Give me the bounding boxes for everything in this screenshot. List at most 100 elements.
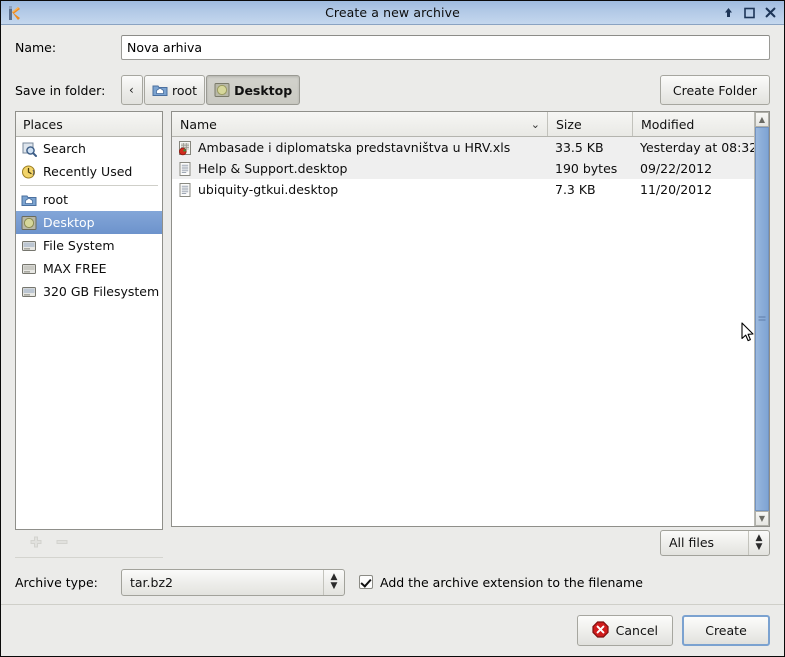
file-list-rows: Ambasade i diplomatska predstavništva u … <box>172 137 754 526</box>
filter-row: All files ▲ ▼ <box>171 527 770 558</box>
places-separator <box>20 185 158 186</box>
path-button-desktop-label: Desktop <box>234 82 293 98</box>
place-item-320-gb-filesystem[interactable]: 320 GB Filesystem <box>16 280 162 303</box>
window-title: Create a new archive <box>325 5 460 20</box>
place-item-search-label: Search <box>43 141 86 156</box>
path-button-desktop[interactable]: Desktop <box>206 75 301 105</box>
column-header-name-label: Name <box>180 116 217 132</box>
place-item-file-system[interactable]: File System <box>16 234 162 257</box>
file-filter-combo[interactable]: All files ▲ ▼ <box>660 529 770 556</box>
file-list-header: Name ⌄ Size Modified <box>172 112 754 137</box>
archive-type-combo[interactable]: tar.bz2 ▲ ▼ <box>121 568 345 596</box>
archive-name-input[interactable] <box>121 34 770 60</box>
dialog-content: Name: Save in folder: ‹ root <box>1 25 784 604</box>
spreadsheet-icon <box>177 140 193 156</box>
create-archive-dialog: Create a new archive Name: Nova arhiva S… <box>0 0 785 657</box>
file-name-label: Help & Support.desktop <box>198 161 348 176</box>
folder-home-icon <box>21 192 37 208</box>
text-document-icon <box>177 161 193 177</box>
place-item-desktop-label: Desktop <box>43 215 95 230</box>
place-item-root[interactable]: root <box>16 188 162 211</box>
table-row[interactable]: ubiquity-gtkui.desktop 7.3 KB 11/20/2012 <box>172 179 754 200</box>
archive-type-row: Archive type: tar.bz2 ▲ ▼ Add the archive… <box>15 560 770 604</box>
file-browser: Places Search Recently Used root Desktop… <box>15 111 770 560</box>
file-name-label: Ambasade i diplomatska predstavništva u … <box>198 140 511 155</box>
path-bar: ‹ root Desktop <box>121 75 301 105</box>
files-column: Name ⌄ Size Modified Ambasade i diplomat… <box>171 111 770 558</box>
scrollbar-thumb[interactable] <box>755 127 769 511</box>
chevron-updown-icon: ▲ ▼ <box>323 569 344 595</box>
folder-home-icon <box>152 82 168 98</box>
files-pane: Name ⌄ Size Modified Ambasade i diplomat… <box>171 111 770 527</box>
path-button-root[interactable]: root <box>144 75 206 105</box>
file-size-cell: 7.3 KB <box>555 182 596 197</box>
add-bookmark-icon[interactable] <box>29 535 43 552</box>
desktop-icon <box>214 82 230 98</box>
desktop-icon <box>21 215 37 231</box>
place-item-recently-used-label: Recently Used <box>43 164 133 179</box>
place-item-recently-used[interactable]: Recently Used <box>16 160 162 183</box>
table-row[interactable]: Help & Support.desktop 190 bytes 09/22/2… <box>172 158 754 179</box>
add-extension-label: Add the archive extension to the filenam… <box>380 574 643 590</box>
scroll-down-icon[interactable]: ▼ <box>755 511 769 526</box>
name-row: Name: <box>15 25 770 69</box>
recent-icon <box>21 164 37 180</box>
scrollbar-grip-icon <box>758 316 766 322</box>
shade-icon[interactable] <box>722 6 735 19</box>
place-item-max-free[interactable]: MAX FREE <box>16 257 162 280</box>
path-back-button[interactable]: ‹ <box>121 75 143 105</box>
place-item-search[interactable]: Search <box>16 137 162 160</box>
drive-icon <box>21 284 37 300</box>
file-name-cell: Ambasade i diplomatska predstavništva u … <box>172 140 547 156</box>
places-pane: Places Search Recently Used root Desktop… <box>15 111 163 530</box>
file-modified-cell: 09/22/2012 <box>640 161 713 176</box>
column-header-size-label: Size <box>556 116 582 132</box>
path-button-root-label: root <box>172 82 198 98</box>
place-item-max-free-label: MAX FREE <box>43 261 107 276</box>
titlebar: Create a new archive <box>1 1 784 25</box>
search-icon <box>21 141 37 157</box>
file-size-cell: 33.5 KB <box>555 140 604 155</box>
add-extension-option[interactable]: Add the archive extension to the filenam… <box>359 575 643 590</box>
place-item-320-gb-filesystem-label: 320 GB Filesystem <box>43 284 160 299</box>
scroll-up-icon[interactable]: ▲ <box>755 112 769 127</box>
file-modified-cell: Yesterday at 08:32 <box>640 140 754 155</box>
table-row[interactable]: Ambasade i diplomatska predstavništva u … <box>172 137 754 158</box>
name-label: Name: <box>15 39 57 55</box>
place-item-file-system-label: File System <box>43 238 115 253</box>
places-column: Places Search Recently Used root Desktop… <box>15 111 163 558</box>
save-in-folder-label: Save in folder: <box>15 82 106 98</box>
add-extension-checkbox[interactable] <box>359 575 373 589</box>
place-item-desktop[interactable]: Desktop <box>16 211 162 234</box>
cancel-icon <box>592 620 609 641</box>
column-header-modified-label: Modified <box>641 116 695 132</box>
file-name-label: ubiquity-gtkui.desktop <box>198 182 339 197</box>
file-size-cell: 190 bytes <box>555 161 618 176</box>
archive-type-label: Archive type: <box>15 574 98 590</box>
maximize-icon[interactable] <box>743 6 756 19</box>
file-name-cell: Help & Support.desktop <box>172 161 547 177</box>
drive-icon <box>21 261 37 277</box>
chevron-down-icon: ⌄ <box>530 117 540 131</box>
chevron-left-icon: ‹ <box>129 83 134 97</box>
column-header-modified[interactable]: Modified <box>632 112 754 136</box>
close-icon[interactable] <box>764 6 777 19</box>
chevron-updown-icon: ▲ ▼ <box>748 530 769 555</box>
column-header-name[interactable]: Name ⌄ <box>172 112 547 136</box>
files-main: Name ⌄ Size Modified Ambasade i diplomat… <box>172 112 754 526</box>
create-button[interactable]: Create <box>682 615 770 646</box>
dialog-action-area: Cancel Create <box>1 604 784 656</box>
remove-bookmark-icon[interactable] <box>55 535 69 552</box>
places-header: Places <box>16 112 162 137</box>
places-toolbar <box>15 530 163 558</box>
cancel-button-label: Cancel <box>615 623 658 638</box>
place-item-root-label: root <box>43 192 69 207</box>
save-in-folder-row: Save in folder: ‹ root Desktop Create Fo… <box>15 69 770 111</box>
file-list-scrollbar[interactable]: ▲ ▼ <box>754 112 769 526</box>
cancel-button[interactable]: Cancel <box>576 615 673 646</box>
archive-manager-icon <box>5 3 25 23</box>
column-header-size[interactable]: Size <box>547 112 632 136</box>
create-folder-button[interactable]: Create Folder <box>659 75 770 105</box>
text-document-icon <box>177 182 193 198</box>
file-modified-cell: 11/20/2012 <box>640 182 713 197</box>
